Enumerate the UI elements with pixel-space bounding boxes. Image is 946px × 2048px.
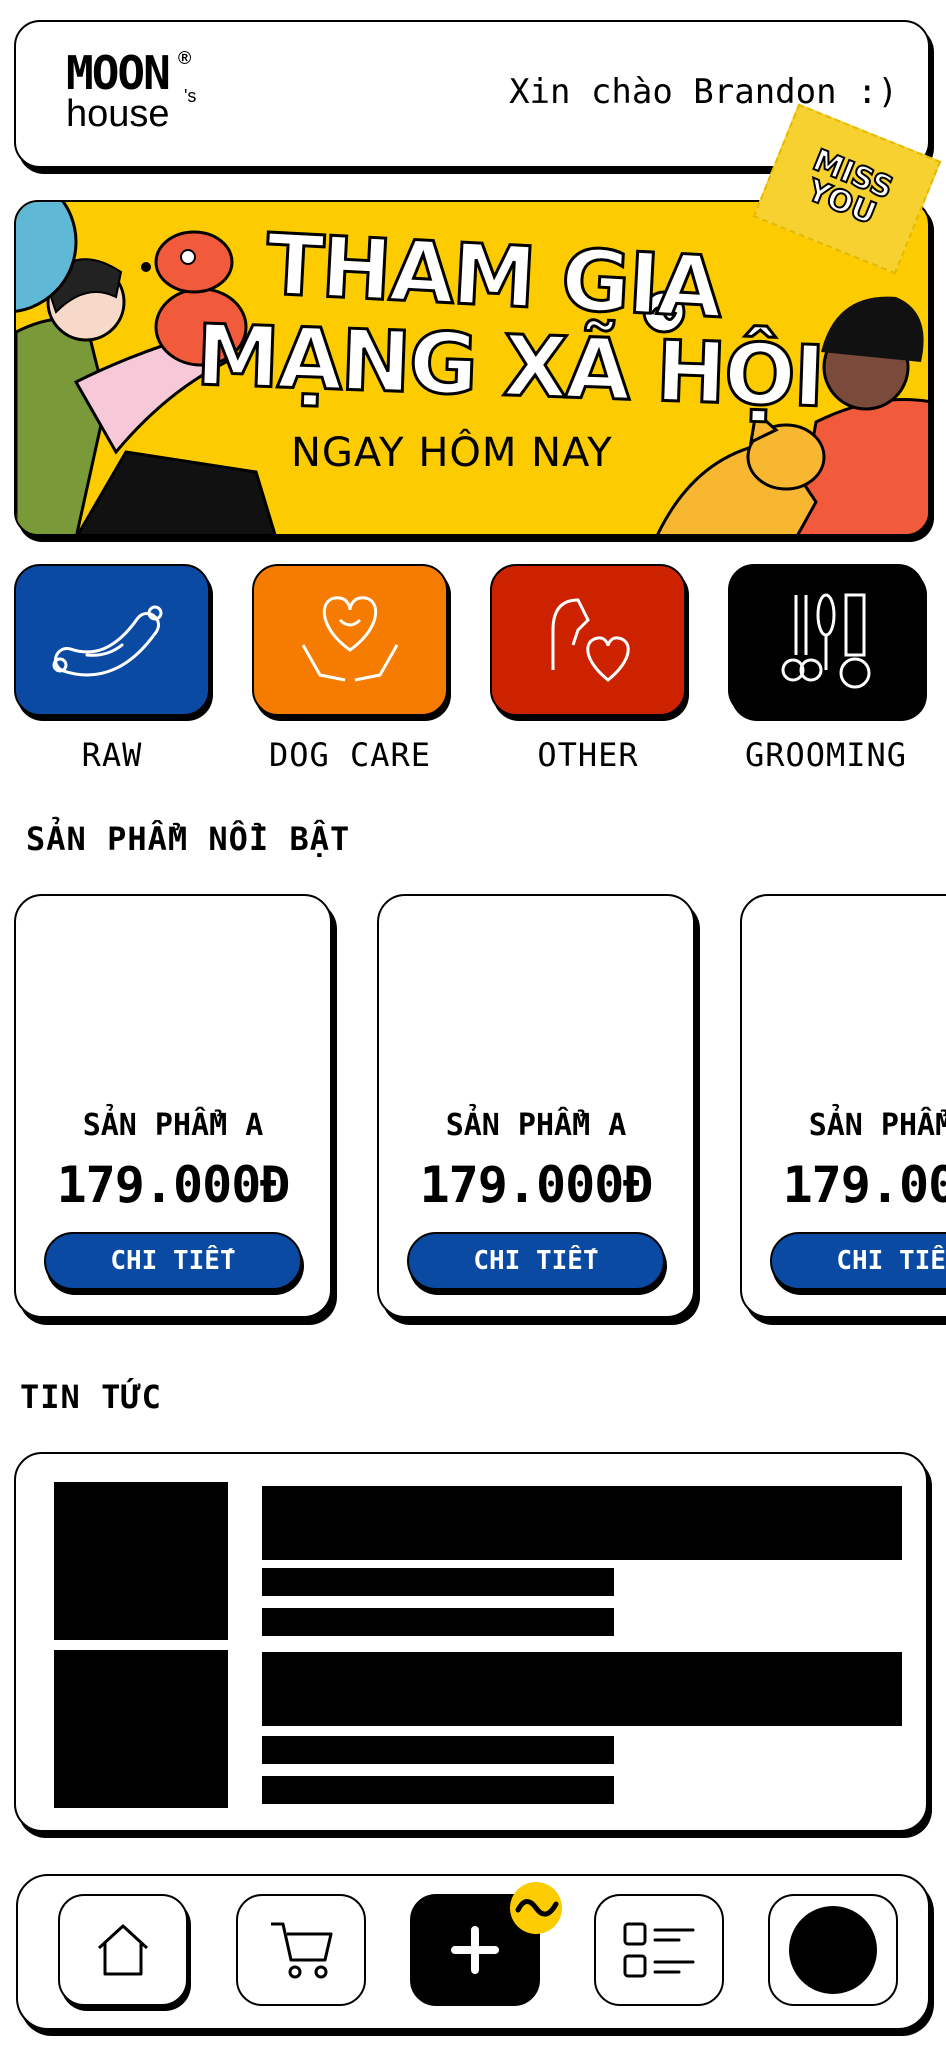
list-icon <box>623 1922 695 1978</box>
category-dog-care-button[interactable] <box>252 564 448 716</box>
home-icon <box>97 1924 149 1976</box>
bottom-navigation <box>16 1874 930 2030</box>
product-card[interactable]: SẢN PHẨM A 179.000Đ CHI TIẾT <box>377 894 695 1318</box>
profile-icon <box>789 1906 877 1994</box>
news-thumbnail[interactable] <box>54 1650 228 1808</box>
social-banner[interactable]: THAM GIA MẠNG XÃ HỘI NGAY HÔM NAY <box>14 200 930 536</box>
category-label-dog-care: DOG CARE <box>268 736 432 774</box>
product-card[interactable]: SẢN PHẨM A 179.000Đ CHI TIẾT <box>740 894 946 1318</box>
nav-cart-button[interactable] <box>236 1894 366 2006</box>
greeting-text: Xin chào Brandon :) <box>509 72 898 112</box>
sausage-icon <box>52 605 163 677</box>
product-card[interactable]: SẢN PHẨM A 179.000Đ CHI TIẾT <box>14 894 332 1318</box>
product-detail-button[interactable]: CHI TIẾT <box>44 1232 302 1290</box>
product-carousel-clip: SẢN PHẨM A 179.000Đ CHI TIẾT <box>730 880 946 1330</box>
news-line-placeholder <box>262 1608 614 1636</box>
news-line-placeholder <box>262 1568 614 1596</box>
product-name: SẢN PHẨM A <box>82 1108 264 1143</box>
nav-profile-button[interactable] <box>768 1894 898 2006</box>
news-panel <box>14 1452 928 1832</box>
logo-s-text: 's <box>184 86 197 106</box>
news-headline-placeholder[interactable] <box>262 1652 902 1726</box>
product-price: 179.000Đ <box>419 1156 654 1214</box>
news-headline-placeholder[interactable] <box>262 1486 902 1560</box>
product-price: 179.000Đ <box>782 1156 946 1214</box>
featured-section-title: SẢN PHẨM NỔI BẬT <box>26 820 351 858</box>
product-detail-button[interactable]: CHI TIẾT <box>770 1232 946 1290</box>
category-label-raw: RAW <box>81 736 143 774</box>
dog-heart-icon <box>551 598 630 682</box>
product-name: SẢN PHẨM A <box>808 1108 946 1143</box>
nav-home-button[interactable] <box>58 1894 188 2006</box>
news-thumbnail[interactable] <box>54 1482 228 1640</box>
category-label-grooming: GROOMING <box>744 736 908 774</box>
product-name: SẢN PHẨM A <box>445 1108 627 1143</box>
news-line-placeholder <box>262 1776 614 1804</box>
sticker-text: MISS YOU <box>801 142 898 233</box>
category-other-button[interactable] <box>490 564 686 716</box>
grooming-tools-icon <box>781 593 871 689</box>
category-raw-button[interactable] <box>14 564 210 716</box>
pet-care-hands-icon <box>301 596 399 682</box>
moons-house-logo[interactable]: MOON ® 's house <box>66 48 206 140</box>
product-detail-button[interactable]: CHI TIẾT <box>407 1232 665 1290</box>
news-line-placeholder <box>262 1736 614 1764</box>
registered-icon: ® <box>178 48 192 68</box>
banner-subtitle: NGAY HÔM NAY <box>291 430 613 476</box>
wave-badge-icon <box>510 1882 562 1934</box>
cart-icon <box>271 1922 333 1979</box>
category-grooming-button[interactable] <box>728 564 924 716</box>
product-price: 179.000Đ <box>56 1156 291 1214</box>
plus-icon <box>451 1926 499 1974</box>
category-label-other: OTHER <box>537 736 639 774</box>
nav-list-button[interactable] <box>594 1894 724 2006</box>
news-section-title: TIN TỨC <box>20 1378 162 1416</box>
